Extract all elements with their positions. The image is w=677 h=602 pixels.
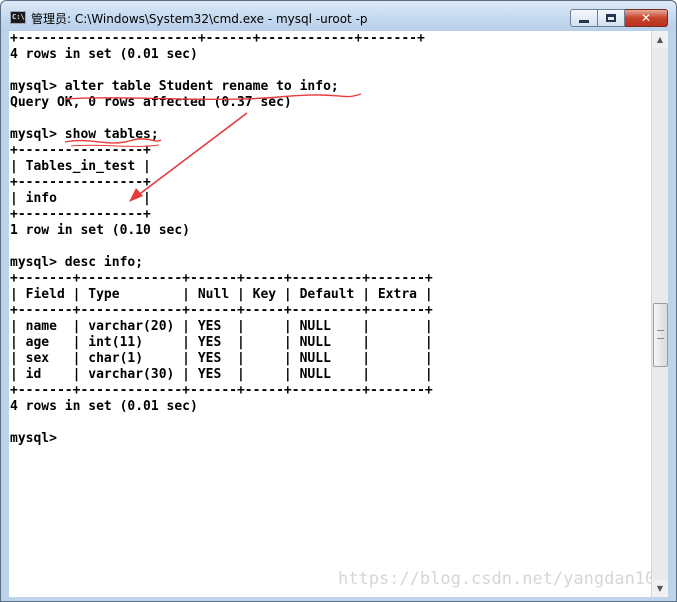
watermark-text: https://blog.csdn.net/yangdan1025 [338,569,651,589]
minimize-icon [579,19,589,23]
console-line: mysql> show tables; [10,127,159,142]
command-prompt-icon[interactable]: C:\ [10,11,26,24]
console-line: | Tables_in_test | [10,159,151,174]
console-line: | name | varchar(20) | YES | | NULL | | [10,319,433,334]
console-line: 4 rows in set (0.01 sec) [10,47,198,62]
console-line: | age | int(11) | YES | | NULL | | [10,335,433,350]
maximize-icon [606,14,616,22]
console-lines: +-----------------------+------+--------… [10,31,433,447]
console-line: 4 rows in set (0.01 sec) [10,399,198,414]
console-line: +----------------+ [10,175,151,190]
console-line: mysql> alter table Student rename to inf… [10,79,339,94]
title-bar[interactable]: C:\ 管理员: C:\Windows\System32\cmd.exe - m… [1,1,676,31]
scroll-thumb[interactable] [653,303,668,367]
console-line: +-------+-------------+------+-----+----… [10,383,433,398]
console-line: | sex | char(1) | YES | | NULL | | [10,351,433,366]
console-line: +-------+-------------+------+-----+----… [10,303,433,318]
vertical-scrollbar[interactable]: ▲ ▼ [651,31,668,597]
maximize-button[interactable] [598,9,625,27]
console-line: | Field | Type | Null | Key | Default | … [10,287,433,302]
cmd-window: C:\ 管理员: C:\Windows\System32\cmd.exe - m… [0,0,677,602]
chevron-down-icon: ▼ [656,584,664,593]
console-line: | info | [10,191,151,206]
console-line: 1 row in set (0.10 sec) [10,223,191,238]
caption-buttons: ✕ [570,9,668,27]
close-button[interactable]: ✕ [625,9,668,27]
console-line: Query OK, 0 rows affected (0.37 sec) [10,95,292,110]
console-line: +----------------+ [10,143,151,158]
scroll-up-button[interactable]: ▲ [652,31,668,48]
console-output[interactable]: +-----------------------+------+--------… [9,31,651,597]
console-line: mysql> desc info; [10,255,144,270]
console-line: | id | varchar(30) | YES | | NULL | | [10,367,433,382]
chevron-up-icon: ▲ [656,35,664,44]
console-line: +-----------------------+------+--------… [10,31,425,46]
minimize-button[interactable] [570,9,598,27]
scroll-down-button[interactable]: ▼ [652,580,668,597]
console-line: +-------+-------------+------+-----+----… [10,271,433,286]
close-icon: ✕ [640,11,652,25]
console-line: mysql> [10,431,57,446]
window-title: 管理员: C:\Windows\System32\cmd.exe - mysql… [31,12,368,26]
console-line: +----------------+ [10,207,151,222]
